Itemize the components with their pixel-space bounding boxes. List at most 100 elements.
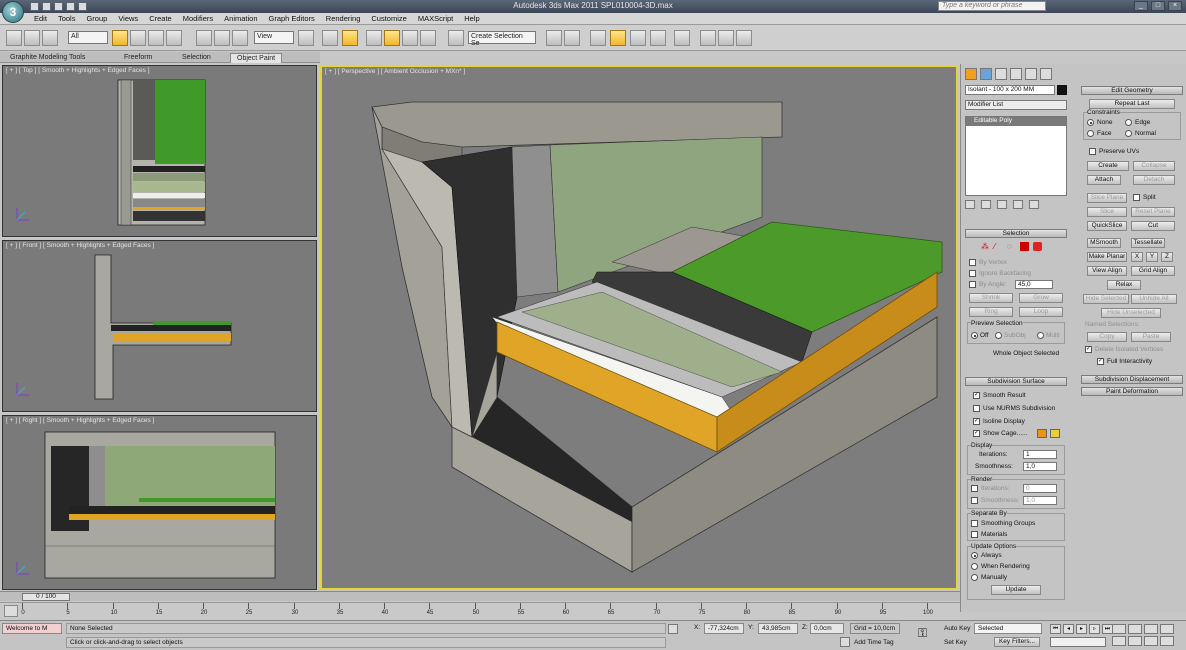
save-file-icon[interactable] <box>54 2 63 11</box>
menu-help[interactable]: Help <box>464 14 479 23</box>
by-vertex-checkbox[interactable] <box>969 259 976 266</box>
menu-modifiers[interactable]: Modifiers <box>183 14 213 23</box>
show-end-result-icon[interactable] <box>981 200 991 209</box>
render-setup-icon[interactable] <box>700 30 716 46</box>
by-angle-checkbox[interactable] <box>969 281 976 288</box>
attach-button[interactable]: Attach <box>1087 175 1121 185</box>
time-tag-icon[interactable] <box>840 637 850 647</box>
relax-button[interactable]: Relax <box>1107 280 1141 290</box>
border-icon[interactable]: ◌ <box>1007 242 1016 251</box>
window-crossing-icon[interactable] <box>166 30 182 46</box>
subdivision-surface-rollout-header[interactable]: Subdivision Surface <box>965 377 1067 386</box>
material-editor-icon[interactable] <box>674 30 690 46</box>
utilities-tab-icon[interactable] <box>1040 68 1052 80</box>
constraint-edge-radio[interactable] <box>1125 119 1132 126</box>
key-selection-dropdown[interactable]: Selected <box>974 623 1042 634</box>
planar-x-button[interactable]: X <box>1131 252 1143 262</box>
redo-icon[interactable] <box>78 2 87 11</box>
play-icon[interactable]: ▸ <box>1076 624 1087 634</box>
move-icon[interactable] <box>196 30 212 46</box>
undo-icon[interactable] <box>6 30 22 46</box>
msmooth-button[interactable]: MSmooth <box>1087 238 1121 248</box>
constraint-normal-radio[interactable] <box>1125 130 1132 137</box>
new-file-icon[interactable] <box>30 2 39 11</box>
grid-align-button[interactable]: Grid Align <box>1131 266 1175 276</box>
app-logo-icon[interactable]: 3 <box>2 1 24 23</box>
display-smoothness-spinner[interactable]: 1,0 <box>1023 462 1057 471</box>
angle-spinner[interactable]: 45,0 <box>1015 280 1053 289</box>
percent-snap-icon[interactable] <box>402 30 418 46</box>
object-color-swatch[interactable] <box>1057 85 1067 95</box>
render-smoothness-spinner[interactable]: 1,0 <box>1023 496 1057 505</box>
rendered-frame-icon[interactable] <box>718 30 734 46</box>
menu-views[interactable]: Views <box>118 14 138 23</box>
mirror-icon[interactable] <box>546 30 562 46</box>
copy-button[interactable]: Copy <box>1087 332 1127 342</box>
cut-button[interactable]: Cut <box>1131 221 1175 231</box>
grow-button[interactable]: Grow <box>1019 293 1063 303</box>
update-button[interactable]: Update <box>991 585 1041 595</box>
go-to-start-icon[interactable]: ⏮ <box>1050 624 1061 634</box>
set-key-button[interactable]: Set Key <box>944 639 967 646</box>
ring-button[interactable]: Ring <box>969 307 1013 317</box>
collapse-button[interactable]: Collapse <box>1133 161 1175 171</box>
smooth-result-checkbox[interactable]: ✓ <box>973 392 980 399</box>
x-coordinate-field[interactable]: -77,324cm <box>704 623 744 634</box>
auto-key-button[interactable]: Auto Key <box>944 625 970 632</box>
select-by-name-icon[interactable] <box>130 30 146 46</box>
add-time-tag-button[interactable]: Add Time Tag <box>854 639 894 646</box>
menu-rendering[interactable]: Rendering <box>326 14 361 23</box>
reset-plane-button[interactable]: Reset Plane <box>1131 207 1175 217</box>
undo-icon[interactable] <box>66 2 75 11</box>
render-iterations-checkbox[interactable] <box>971 485 978 492</box>
named-selection-dropdown[interactable]: Create Selection Se <box>468 31 536 47</box>
preview-subobj-radio[interactable] <box>995 332 1002 339</box>
create-tab-icon[interactable] <box>965 68 977 80</box>
modifier-list-dropdown[interactable]: Modifier List <box>965 100 1067 110</box>
zoom-all-icon[interactable] <box>1128 624 1142 634</box>
viewport-top[interactable]: [ + ] [ Top ] [ Smooth + Highlights + Ed… <box>2 65 317 237</box>
menu-tools[interactable]: Tools <box>58 14 76 23</box>
curve-editor-icon[interactable] <box>630 30 646 46</box>
field-of-view-icon[interactable] <box>1112 636 1126 646</box>
key-icon[interactable]: ⚿ <box>918 627 936 641</box>
viewport-front[interactable]: [ + ] [ Front ] [ Smooth + Highlights + … <box>2 240 317 412</box>
detach-button[interactable]: Detach <box>1133 175 1175 185</box>
current-frame-field[interactable] <box>1050 637 1106 647</box>
make-planar-button[interactable]: Make Planar <box>1087 252 1127 262</box>
zoom-extents-icon[interactable] <box>1144 624 1158 634</box>
make-unique-icon[interactable] <box>997 200 1007 209</box>
open-file-icon[interactable] <box>42 2 51 11</box>
select-manipulate-icon[interactable] <box>322 30 338 46</box>
selection-filter-dropdown[interactable]: All <box>68 31 108 44</box>
smoothing-groups-checkbox[interactable] <box>971 520 978 527</box>
ignore-backfacing-checkbox[interactable] <box>969 270 976 277</box>
edit-geometry-rollout-header[interactable]: Edit Geometry <box>1081 86 1183 95</box>
track-bar[interactable]: 0 5 10 15 20 25 30 35 40 45 50 55 60 65 70 75 80 85 90 95 10… <box>0 602 960 620</box>
redo-icon[interactable] <box>24 30 40 46</box>
unhide-all-button[interactable]: Unhide All <box>1131 294 1177 304</box>
view-align-button[interactable]: View Align <box>1087 266 1127 276</box>
full-interactivity-checkbox[interactable]: ✓ <box>1097 358 1104 365</box>
key-filters-button[interactable]: Key Filters... <box>994 637 1040 647</box>
y-coordinate-field[interactable]: 43,985cm <box>758 623 798 634</box>
split-checkbox[interactable] <box>1133 194 1140 201</box>
create-button[interactable]: Create <box>1087 161 1129 171</box>
polygon-icon[interactable] <box>1020 242 1029 251</box>
rectangular-region-icon[interactable] <box>148 30 164 46</box>
align-icon[interactable] <box>564 30 580 46</box>
rotate-icon[interactable] <box>214 30 230 46</box>
preview-off-radio[interactable] <box>971 332 978 339</box>
zoom-icon[interactable] <box>1112 624 1126 634</box>
show-cage-checkbox[interactable]: ✓ <box>973 430 980 437</box>
constraint-none-radio[interactable] <box>1087 119 1094 126</box>
delete-isolated-checkbox[interactable]: ✓ <box>1085 346 1092 353</box>
tab-object-paint[interactable]: Object Paint <box>230 53 283 63</box>
object-name-field[interactable]: Isolant - 100 x 200 MM <box>965 85 1055 95</box>
slice-button[interactable]: Slice <box>1087 207 1127 217</box>
tab-freeform[interactable]: Freeform <box>118 53 158 63</box>
minimize-button[interactable]: _ <box>1134 1 1148 11</box>
menu-create[interactable]: Create <box>149 14 172 23</box>
layer-manager-icon[interactable] <box>590 30 606 46</box>
loop-button[interactable]: Loop <box>1019 307 1063 317</box>
